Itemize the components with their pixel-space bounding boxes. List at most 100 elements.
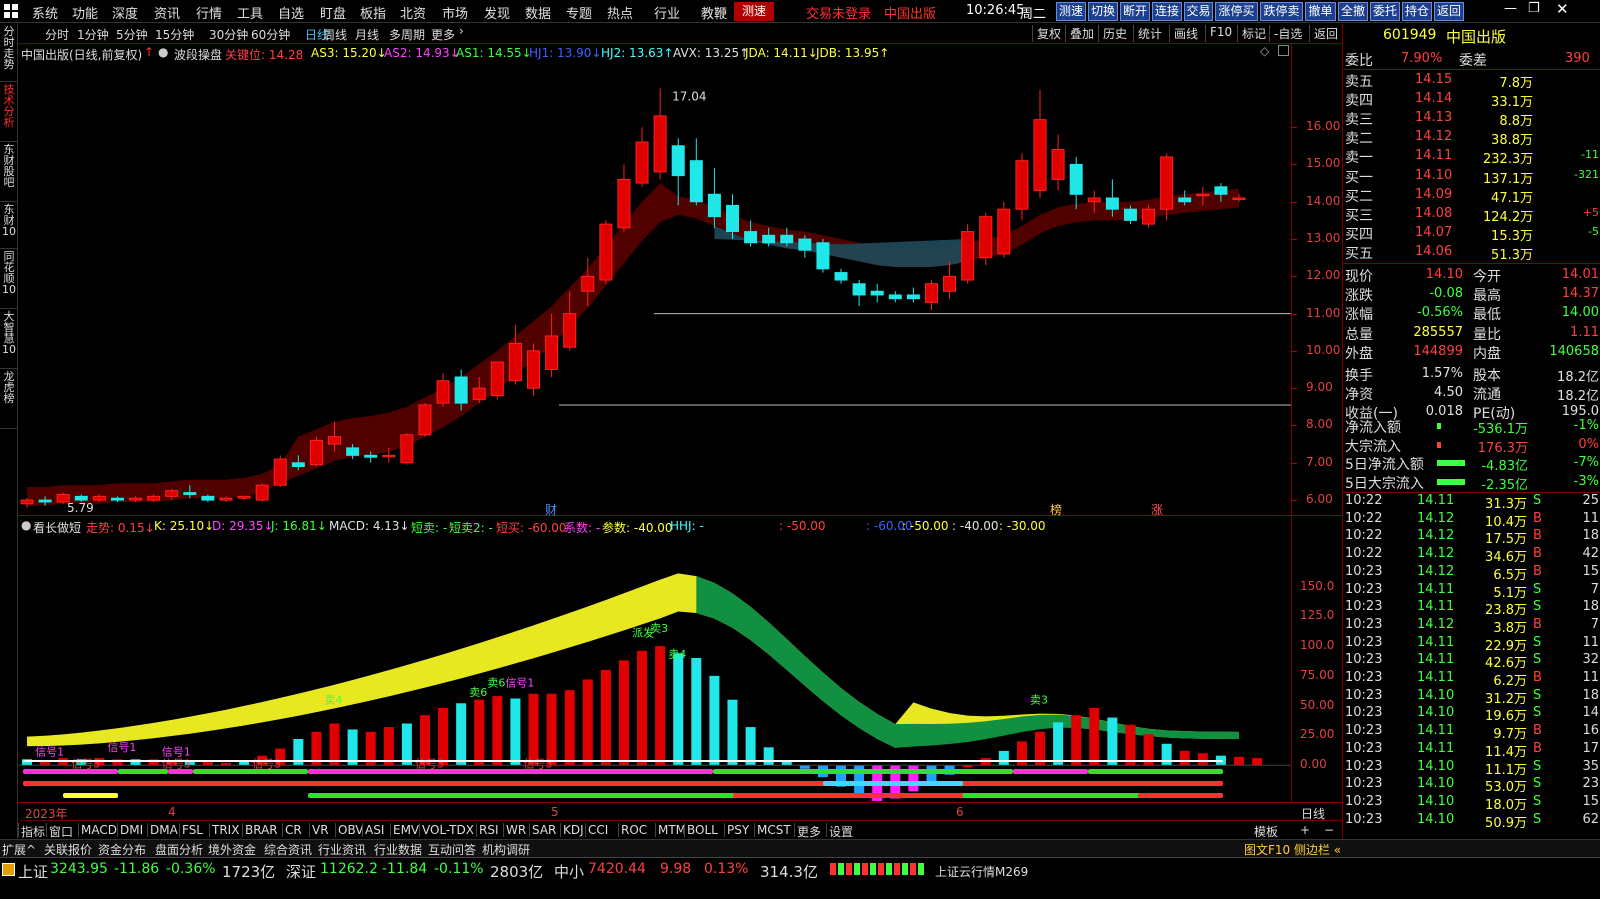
menu-item-4[interactable]: 行情 — [196, 3, 222, 22]
chart-tool-8[interactable]: 返回 — [1309, 25, 1342, 42]
indicator-tab-8[interactable]: CR — [285, 823, 302, 837]
book-buy-price-1[interactable]: 14.09 — [1415, 187, 1452, 202]
tick-row[interactable]: 10:23 14.10 18.0万 S 15 — [1343, 794, 1600, 813]
tick-row[interactable]: 10:23 14.11 23.8万 S 18 — [1343, 599, 1600, 618]
tick-list[interactable]: 10:22 14.11 31.3万 S 25 10:22 14.12 10.4万 B 11 10:2… — [1343, 493, 1600, 831]
toolbar-button-2[interactable]: 断开 — [1120, 2, 1150, 21]
toolbar-button-11[interactable]: 返回 — [1434, 2, 1464, 21]
book-sell-price-3[interactable]: 14.12 — [1415, 129, 1452, 144]
tick-row[interactable]: 10:23 14.11 9.7万 B 16 — [1343, 723, 1600, 742]
tick-row[interactable]: 10:23 14.11 6.2万 B 11 — [1343, 670, 1600, 689]
menu-item-2[interactable]: 深度 — [112, 3, 138, 22]
app-grid-icon[interactable] — [4, 4, 18, 18]
tick-row[interactable]: 10:23 14.10 53.0万 S 23 — [1343, 776, 1600, 795]
menu-item-7[interactable]: 盯盘 — [320, 3, 346, 22]
indicator-tab-17[interactable]: KDJ — [563, 823, 584, 837]
chart-tool-6[interactable]: 标记 — [1237, 25, 1270, 42]
indicator-tab-20[interactable]: MTM — [658, 823, 686, 837]
minimize-icon[interactable]: — — [1504, 1, 1517, 16]
indicator-settings-icon[interactable]: ● — [158, 45, 168, 59]
menu-item-11[interactable]: 发现 — [484, 3, 510, 22]
menu-item-14[interactable]: 热点 — [607, 3, 633, 22]
indicator-tab-16[interactable]: SAR — [532, 823, 556, 837]
tick-row[interactable]: 10:23 14.11 22.9万 S 11 — [1343, 635, 1600, 654]
tick-row[interactable]: 10:23 14.10 50.9万 S 62 — [1343, 812, 1600, 831]
indicator-tab-5[interactable]: FSL — [182, 823, 203, 837]
indicator-tab-15[interactable]: WR — [506, 823, 526, 837]
left-tab-4[interactable]: 同花顺10 — [0, 249, 18, 309]
period-8[interactable]: 月线 — [355, 26, 379, 43]
menu-item-15[interactable]: 行业 — [654, 3, 680, 22]
sub-settings-icon[interactable]: ● — [21, 518, 31, 532]
left-tab-2[interactable]: 东财股吧 — [0, 142, 18, 202]
period-10[interactable]: 更多 — [431, 26, 455, 43]
status-item-0[interactable]: 扩展^ — [2, 841, 36, 858]
menu-item-5[interactable]: 工具 — [237, 3, 263, 22]
period-5[interactable]: 60分钟 — [251, 26, 290, 43]
book-buy-price-4[interactable]: 14.06 — [1415, 244, 1452, 259]
sub-indicator-chart[interactable]: 派发卖3卖4卖6卖6卖3卖4信号3 信号3 信号3 信号3 信号3信号1 信号1 信号1信号… — [19, 533, 1291, 803]
book-buy-price-2[interactable]: 14.08 — [1415, 206, 1452, 221]
indicator-tab-21[interactable]: BOLL — [687, 823, 718, 837]
index-bar-icon[interactable] — [2, 863, 15, 876]
chart-tool-1[interactable]: 叠加 — [1065, 25, 1098, 42]
tick-row[interactable]: 10:23 14.11 11.4万 B 17 — [1343, 741, 1600, 760]
indicator-tab-3[interactable]: DMI — [120, 823, 143, 837]
menu-item-12[interactable]: 数据 — [525, 3, 551, 22]
speed-test-badge[interactable]: 测速 — [734, 2, 774, 21]
indicator-tab-7[interactable]: BRAR — [245, 823, 278, 837]
toolbar-button-1[interactable]: 切换 — [1088, 2, 1118, 21]
more-chevron-icon[interactable]: › — [459, 24, 464, 38]
tick-row[interactable]: 10:22 14.12 17.5万 B 18 — [1343, 528, 1600, 547]
tick-row[interactable]: 10:23 14.11 5.1万 S 7 — [1343, 582, 1600, 601]
period-9[interactable]: 多周期 — [389, 26, 425, 43]
status-item-2[interactable]: 资金分布 — [98, 841, 146, 858]
candlestick-chart[interactable]: 17.04 5.79 — [19, 60, 1291, 515]
tick-row[interactable]: 10:22 14.12 10.4万 B 11 — [1343, 511, 1600, 530]
indicator-tab-2[interactable]: MACD — [81, 823, 117, 837]
chart-tool-5[interactable]: F10 — [1205, 25, 1236, 42]
sub-chart-panel[interactable]: ● 看长做短 走势: 0.15↓ K: 25.10↓ D: 29.35↓ J: 16.8… — [19, 517, 1341, 803]
indicator-tab-18[interactable]: CCI — [588, 823, 608, 837]
tick-row[interactable]: 10:23 14.10 19.6万 S 14 — [1343, 705, 1600, 724]
period-4[interactable]: 30分钟 — [209, 26, 248, 43]
tick-row[interactable]: 10:23 14.11 42.6万 S 32 — [1343, 652, 1600, 671]
indicator-right-1[interactable]: + — [1300, 823, 1310, 837]
menu-item-16[interactable]: 教鞭 — [701, 3, 727, 22]
status-item-5[interactable]: 综合资讯 — [264, 841, 312, 858]
status-item-1[interactable]: 关联报价 — [44, 841, 92, 858]
close-icon[interactable]: ✕ — [1556, 0, 1569, 18]
chart-tool-3[interactable]: 统计 — [1133, 25, 1166, 42]
f10-sidebar-toggle[interactable]: 图文F10 侧边栏 « — [1244, 841, 1341, 858]
period-3[interactable]: 15分钟 — [155, 26, 194, 43]
tick-row[interactable]: 10:23 14.10 31.2万 S 18 — [1343, 688, 1600, 707]
chart-tool-7[interactable]: -自选 — [1269, 25, 1306, 42]
toolbar-button-0[interactable]: 测速 — [1056, 2, 1086, 21]
indicator-tab-1[interactable]: 窗口 — [49, 823, 73, 840]
status-item-8[interactable]: 互动问答 — [428, 841, 476, 858]
period-0[interactable]: 分时 — [45, 26, 69, 43]
period-2[interactable]: 5分钟 — [116, 26, 148, 43]
menu-item-3[interactable]: 资讯 — [154, 3, 180, 22]
left-tab-5[interactable]: 大智慧10 — [0, 309, 18, 369]
status-item-3[interactable]: 盘面分析 — [155, 841, 203, 858]
indicator-tab-13[interactable]: VOL-TDX — [422, 823, 474, 837]
indicator-tab-23[interactable]: MCST — [757, 823, 791, 837]
menu-item-9[interactable]: 北资 — [400, 3, 426, 22]
menu-item-6[interactable]: 自选 — [278, 3, 304, 22]
book-buy-price-0[interactable]: 14.10 — [1415, 168, 1452, 183]
book-buy-price-3[interactable]: 14.07 — [1415, 225, 1452, 240]
market-breadth-icon[interactable] — [830, 863, 926, 875]
indicator-tab-14[interactable]: RSI — [479, 823, 499, 837]
toolbar-button-8[interactable]: 全撤 — [1338, 2, 1368, 21]
tick-row[interactable]: 10:22 14.11 31.3万 S 25 — [1343, 493, 1600, 512]
indicator-tab-6[interactable]: TRIX — [212, 823, 239, 837]
chart-tool-4[interactable]: 画线 — [1169, 25, 1202, 42]
tick-row[interactable]: 10:23 14.10 11.1万 S 35 — [1343, 759, 1600, 778]
left-tab-1[interactable]: 技术分析 — [0, 82, 18, 142]
menu-item-0[interactable]: 系统 — [32, 3, 58, 22]
chart-tool-2[interactable]: 历史 — [1098, 25, 1131, 42]
restore-icon[interactable]: ❐ — [1528, 1, 1540, 16]
indicator-tab-11[interactable]: ASI — [365, 823, 384, 837]
login-status[interactable]: 交易未登录 — [806, 3, 871, 22]
